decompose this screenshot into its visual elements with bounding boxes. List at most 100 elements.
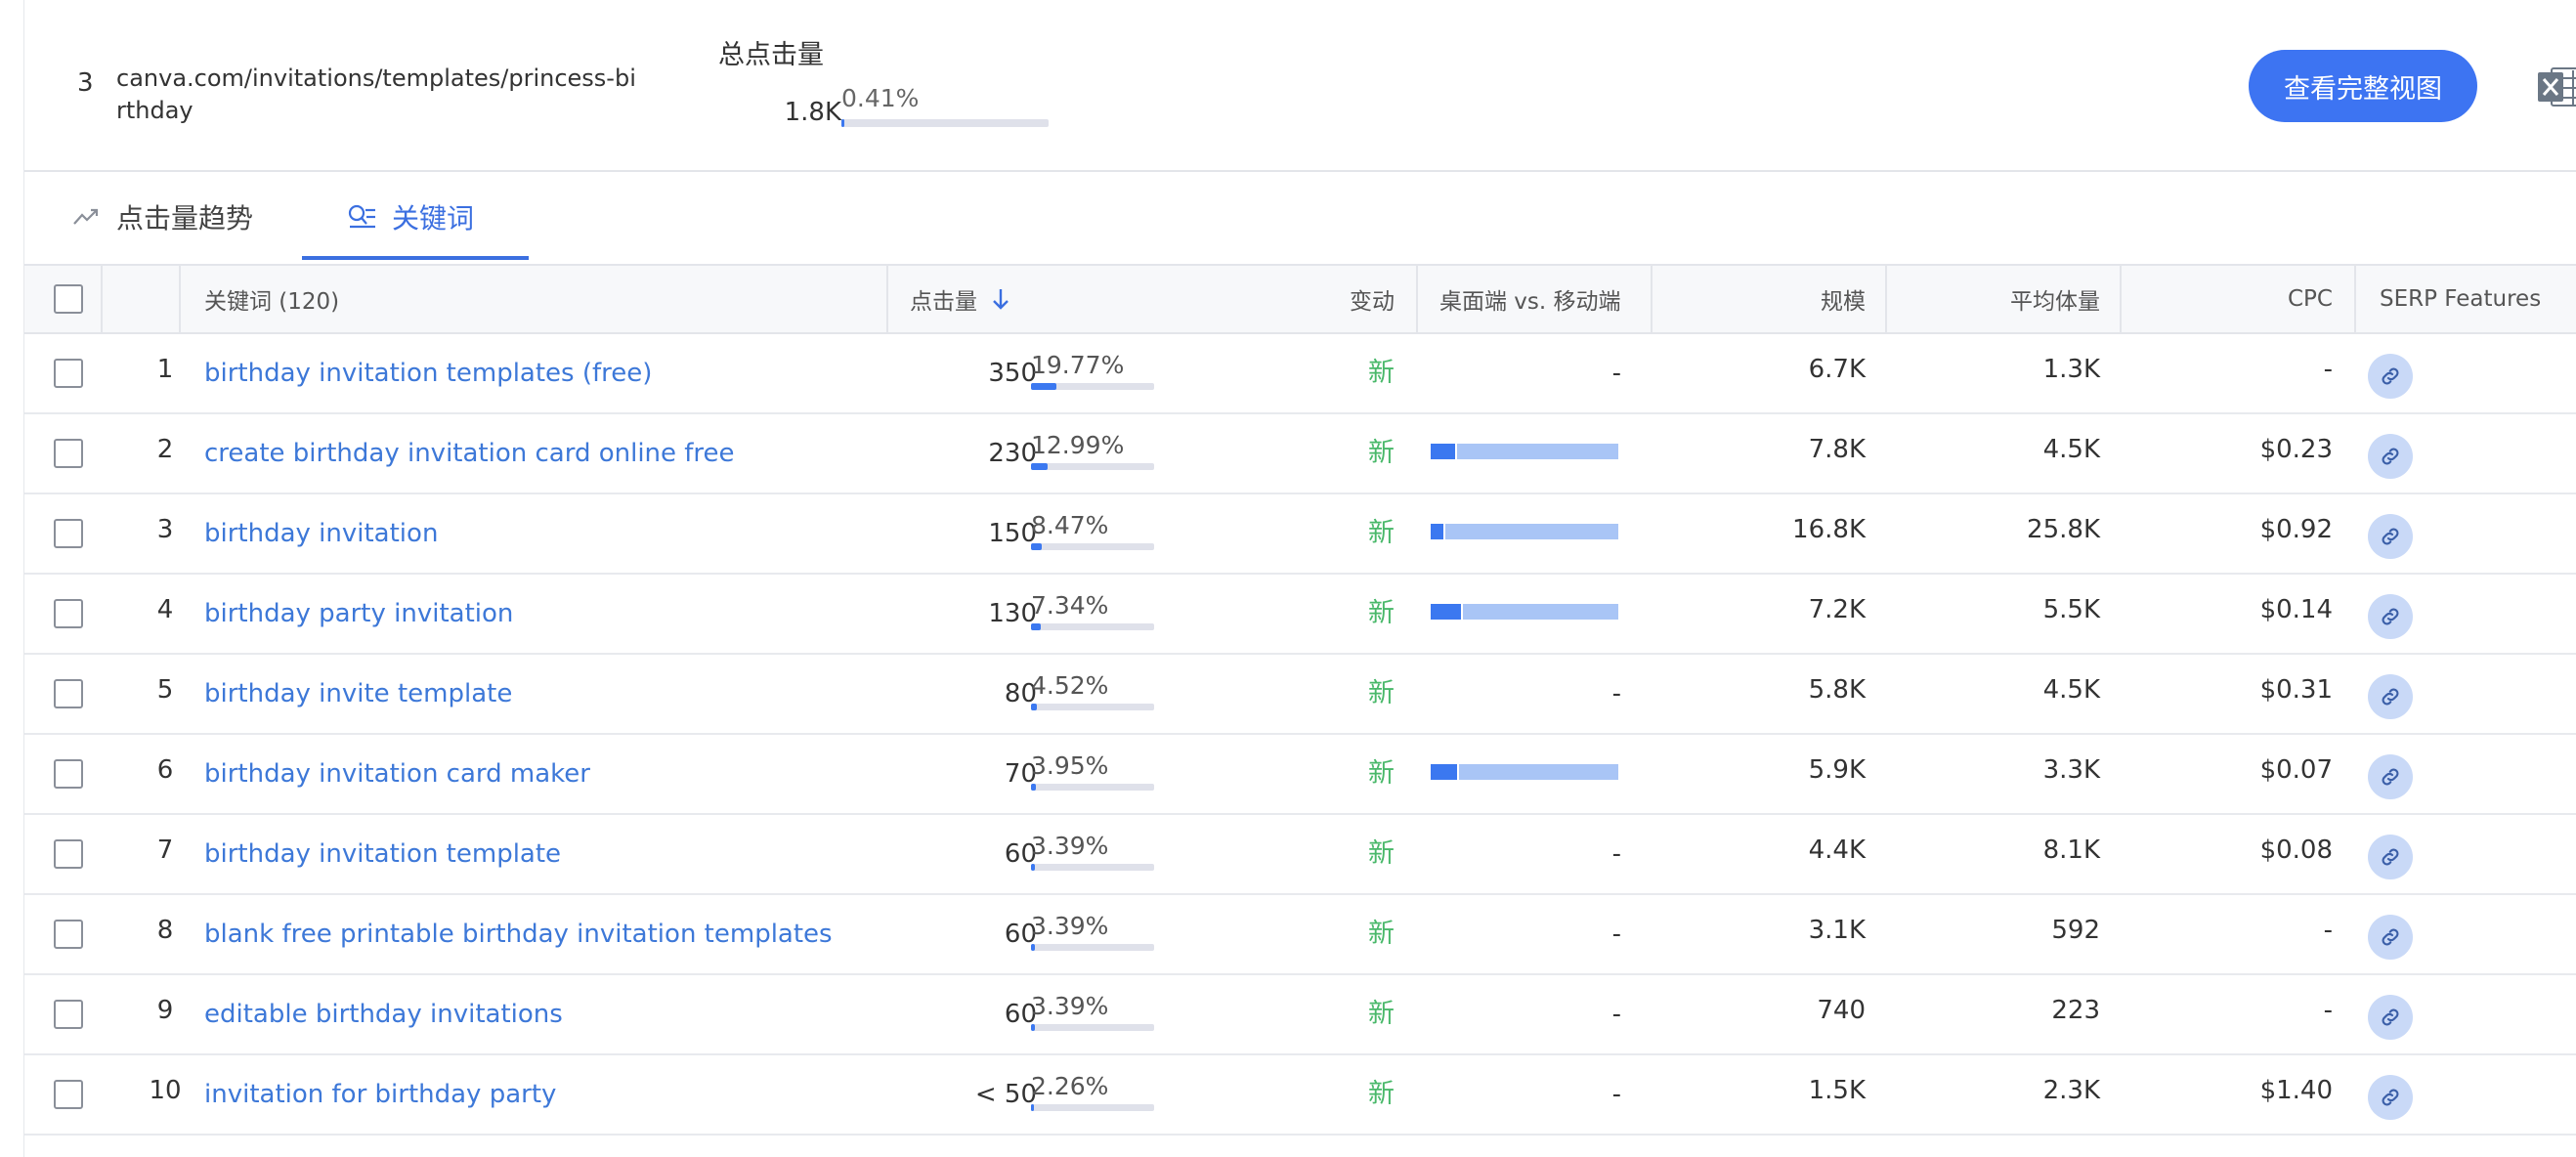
change-badge: 新	[1368, 757, 1395, 789]
row-checkbox[interactable]	[54, 519, 83, 548]
link-icon[interactable]	[2368, 835, 2413, 879]
row-select-cell	[54, 575, 93, 653]
page-url[interactable]: canva.com/invitations/templates/princess…	[116, 63, 644, 127]
keyword-link[interactable]: birthday invite template	[204, 655, 888, 733]
tab-label: 关键词	[392, 202, 475, 235]
row-checkbox[interactable]	[54, 759, 83, 789]
row-checkbox[interactable]	[54, 1000, 83, 1029]
clicks-share-fill	[1031, 783, 1037, 791]
device-share-empty: -	[1611, 679, 1621, 708]
row-checkbox[interactable]	[54, 839, 83, 869]
link-icon[interactable]	[2368, 354, 2413, 399]
keyword-link[interactable]: invitation for birthday party	[204, 1055, 888, 1134]
header-avg-volume[interactable]: 平均体量	[1887, 266, 2100, 332]
header-scale[interactable]: 规模	[1653, 266, 1866, 332]
row-checkbox[interactable]	[54, 359, 83, 388]
keyword-cpc: $0.23	[2259, 435, 2333, 464]
device-share-empty: -	[1611, 359, 1621, 388]
link-icon[interactable]	[2368, 434, 2413, 479]
header-change[interactable]: 变动	[1295, 266, 1395, 332]
row-checkbox[interactable]	[54, 1080, 83, 1109]
keyword-link[interactable]: blank free printable birthday invitation…	[204, 895, 888, 973]
clicks-share-bar	[1031, 783, 1154, 791]
tab-keywords[interactable]: 关键词	[347, 172, 474, 262]
keyword-cpc: -	[2323, 355, 2333, 384]
keyword-link[interactable]: birthday party invitation	[204, 575, 888, 653]
row-select-cell	[54, 334, 93, 412]
clicks-share-bar	[1031, 863, 1154, 871]
desktop-share-fill	[1431, 764, 1459, 780]
excel-icon[interactable]	[2538, 64, 2576, 109]
keyword-scale: 7.8K	[1808, 435, 1866, 464]
link-icon[interactable]	[2368, 995, 2413, 1040]
row-index: 7	[156, 836, 174, 865]
keyword-scale: 1.5K	[1808, 1076, 1866, 1105]
page-summary-row: 3 canva.com/invitations/templates/prince…	[24, 0, 2576, 172]
desktop-share-fill	[1431, 444, 1457, 459]
keyword-clicks-share: 3.39%	[1031, 975, 1178, 1053]
keyword-list-icon	[347, 202, 376, 232]
table-row: 10 invitation for birthday party < 50 2.26%…	[24, 1055, 2576, 1136]
serp-features-cell	[2356, 895, 2415, 973]
tab-bar: 点击量趋势 关键词	[24, 172, 2576, 262]
header-device[interactable]: 桌面端 vs. 移动端	[1439, 266, 1621, 332]
row-index: 9	[156, 996, 174, 1025]
keyword-link[interactable]: create birthday invitation card online f…	[204, 414, 888, 493]
keyword-link[interactable]: birthday invitation templates (free)	[204, 334, 888, 412]
keyword-scale: 740	[1817, 996, 1866, 1025]
row-checkbox[interactable]	[54, 599, 83, 628]
column-divider	[2354, 266, 2356, 332]
change-badge: 新	[1368, 1078, 1395, 1109]
device-share-cell	[1418, 575, 1631, 653]
serp-features-cell	[2356, 815, 2415, 893]
device-share-bar	[1431, 604, 1618, 620]
header-keyword[interactable]: 关键词 (120)	[204, 266, 339, 332]
tab-click-trend[interactable]: 点击量趋势	[71, 172, 253, 262]
row-select-cell	[54, 494, 93, 573]
keywords-table: 关键词 (120) 点击量 变动 桌面端 vs. 移动端 规模 平均体量 CPC…	[24, 264, 2576, 1136]
select-all-checkbox[interactable]	[54, 284, 83, 314]
device-share-empty: -	[1611, 1080, 1621, 1109]
row-checkbox[interactable]	[54, 920, 83, 949]
device-share-bar	[1431, 764, 1618, 780]
row-checkbox[interactable]	[54, 439, 83, 468]
column-divider	[886, 266, 888, 332]
serp-features-cell	[2356, 735, 2415, 813]
keyword-link[interactable]: birthday invitation template	[204, 815, 888, 893]
keyword-avg-volume: 4.5K	[2042, 675, 2100, 705]
keyword-link[interactable]: birthday invitation card maker	[204, 735, 888, 813]
link-icon[interactable]	[2368, 594, 2413, 639]
keyword-clicks: 230	[988, 439, 1037, 468]
header-cpc[interactable]: CPC	[2122, 266, 2333, 332]
keyword-link[interactable]: editable birthday invitations	[204, 975, 888, 1053]
device-share-cell	[1418, 735, 1631, 813]
desktop-share-fill	[1431, 524, 1446, 539]
view-full-report-button[interactable]: 查看完整视图	[2249, 50, 2477, 122]
change-badge: 新	[1368, 998, 1395, 1029]
row-checkbox[interactable]	[54, 679, 83, 708]
header-serp-features[interactable]: SERP Features	[2380, 266, 2541, 332]
serp-features-cell	[2356, 494, 2415, 573]
select-all-cell	[54, 266, 83, 332]
keyword-avg-volume: 3.3K	[2042, 755, 2100, 785]
link-icon[interactable]	[2368, 514, 2413, 559]
device-share-cell	[1418, 414, 1631, 493]
serp-features-cell	[2356, 975, 2415, 1053]
link-icon[interactable]	[2368, 1075, 2413, 1120]
keyword-avg-volume: 5.5K	[2042, 595, 2100, 624]
keyword-cpc: $1.40	[2259, 1076, 2333, 1105]
table-row: 2 create birthday invitation card online …	[24, 414, 2576, 494]
keyword-link[interactable]: birthday invitation	[204, 494, 888, 573]
row-select-cell	[54, 895, 93, 973]
link-icon[interactable]	[2368, 915, 2413, 960]
keyword-clicks-share: 2.26%	[1031, 1055, 1178, 1134]
total-clicks-bar	[841, 119, 1049, 127]
sort-descending-icon[interactable]	[991, 287, 1010, 311]
clicks-percent: 2.26%	[1031, 1071, 1109, 1100]
clicks-share-bar	[1031, 703, 1154, 710]
clicks-share-fill	[1031, 622, 1041, 630]
link-icon[interactable]	[2368, 754, 2413, 799]
link-icon[interactable]	[2368, 674, 2413, 719]
keyword-cpc: $0.14	[2259, 595, 2333, 624]
header-clicks[interactable]: 点击量	[910, 266, 1010, 332]
